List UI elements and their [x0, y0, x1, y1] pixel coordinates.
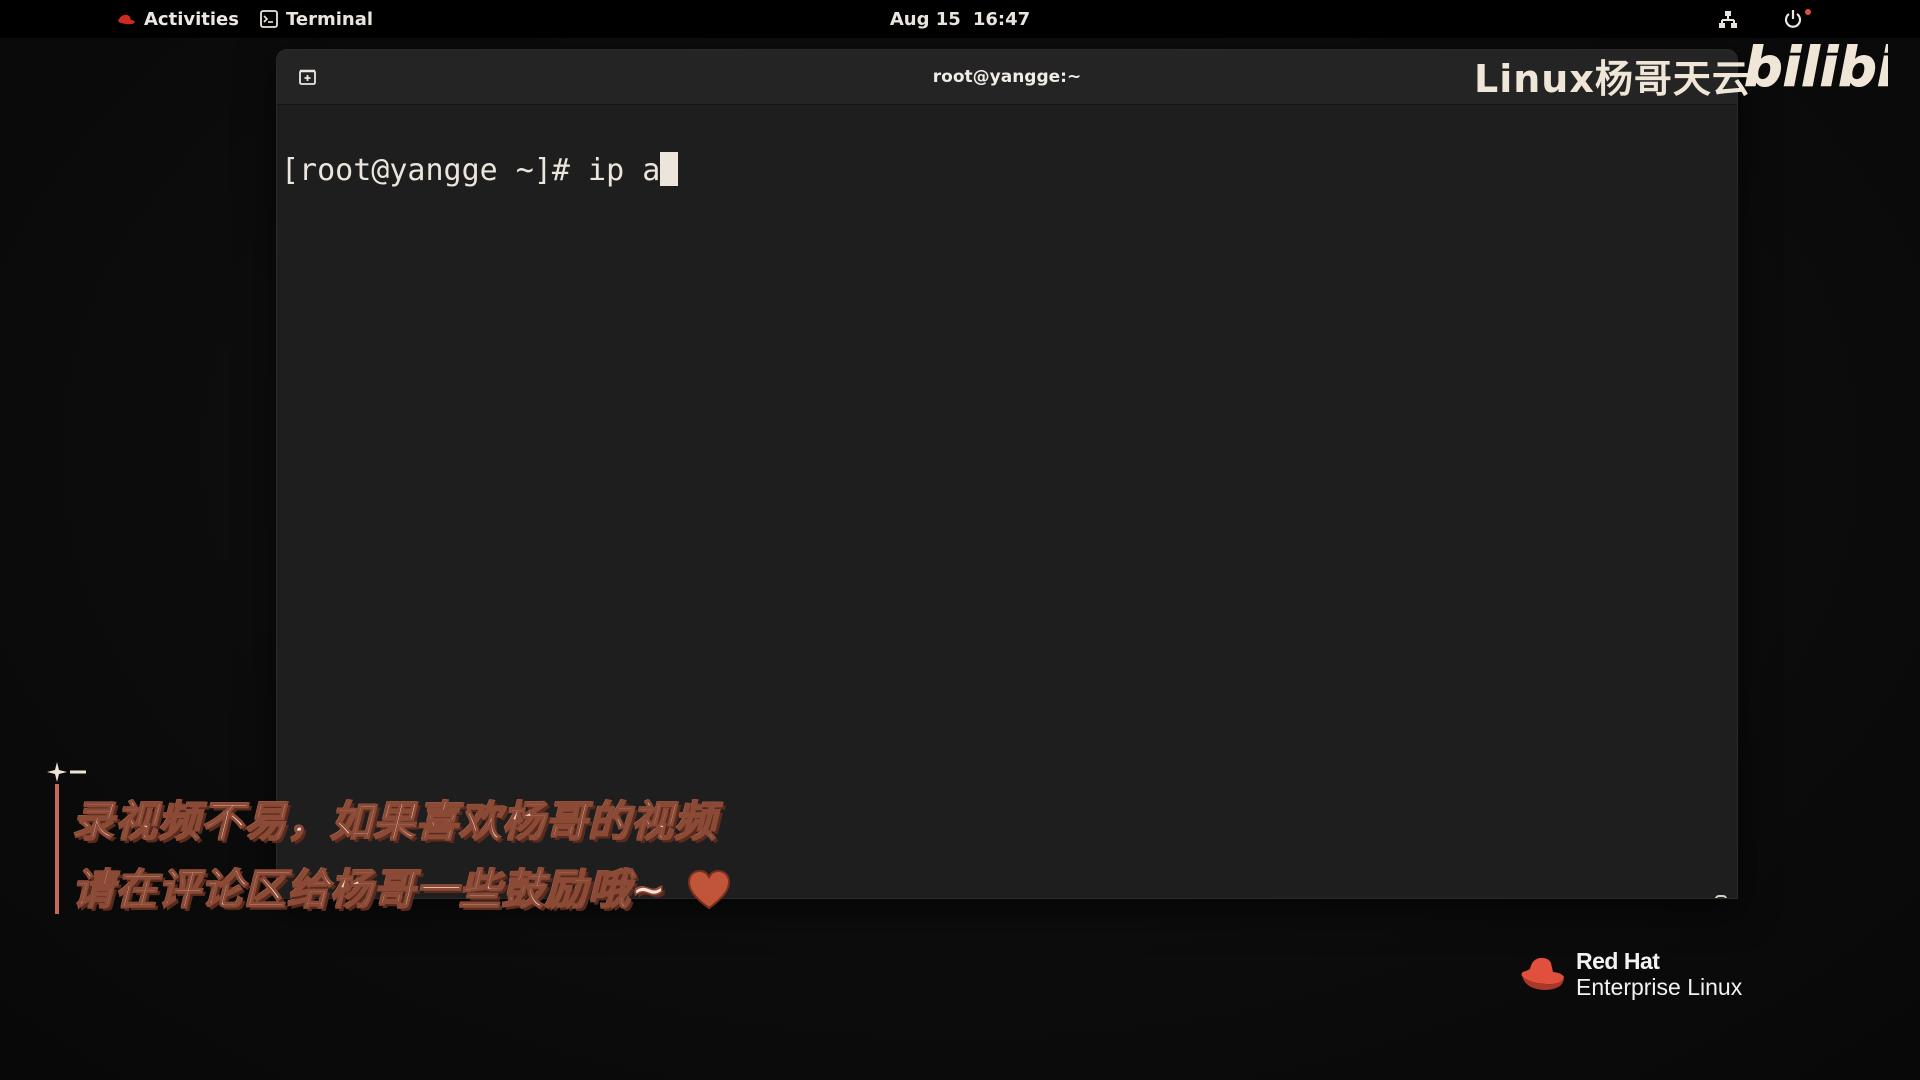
terminal-content[interactable]: [root@yangge ~]# ip a [277, 105, 1737, 898]
red-hat-logo-icon [1521, 957, 1564, 990]
subtitle-line-2: 请在评论区给杨哥一些鼓励哦~ [71, 856, 731, 917]
top-bar: Activities Terminal Aug 15 16:47 [0, 0, 1920, 38]
subtitle-line-1: 录视频不易，如果喜欢杨哥的视频 [71, 796, 718, 847]
heart-icon [687, 870, 730, 910]
subtitle-accent-bar [55, 784, 59, 914]
network-status-button[interactable] [1718, 0, 1738, 38]
new-tab-icon [299, 69, 316, 85]
shell-prompt: [root@yangge ~]# [281, 153, 589, 188]
network-wired-icon [1719, 11, 1737, 28]
svg-text:bilibili: bilibili [1744, 36, 1888, 99]
clock-time: 16:47 [972, 8, 1031, 30]
clock-date: Aug 15 [889, 8, 961, 30]
typed-command: ip a [588, 153, 661, 188]
power-icon [1784, 9, 1811, 28]
terminal-window[interactable]: root@yangge:~ [root@yangge ~]# ip a [277, 50, 1737, 898]
terminal-scrollbar[interactable] [1715, 895, 1727, 898]
channel-watermark: Linux杨哥天云 [1474, 57, 1751, 101]
text-cursor [660, 152, 679, 186]
bilibili-logo: bilibili [1744, 36, 1888, 100]
redhat-branding: Red Hat Enterprise Linux [1518, 948, 1742, 1000]
command-line[interactable]: [root@yangge ~]# ip a [281, 152, 679, 189]
sparkle-icon [47, 762, 86, 782]
new-tab-button[interactable] [291, 61, 325, 93]
redhat-brand-name: Red Hat [1576, 948, 1660, 974]
subtitle-line-2-text: 请在评论区给杨哥一些鼓励哦~ [71, 864, 668, 915]
redhat-product-name: Enterprise Linux [1576, 974, 1743, 1000]
clock[interactable]: Aug 15 16:47 [0, 0, 1920, 38]
system-menu-button[interactable] [1782, 0, 1812, 38]
notification-dot [1805, 9, 1811, 15]
